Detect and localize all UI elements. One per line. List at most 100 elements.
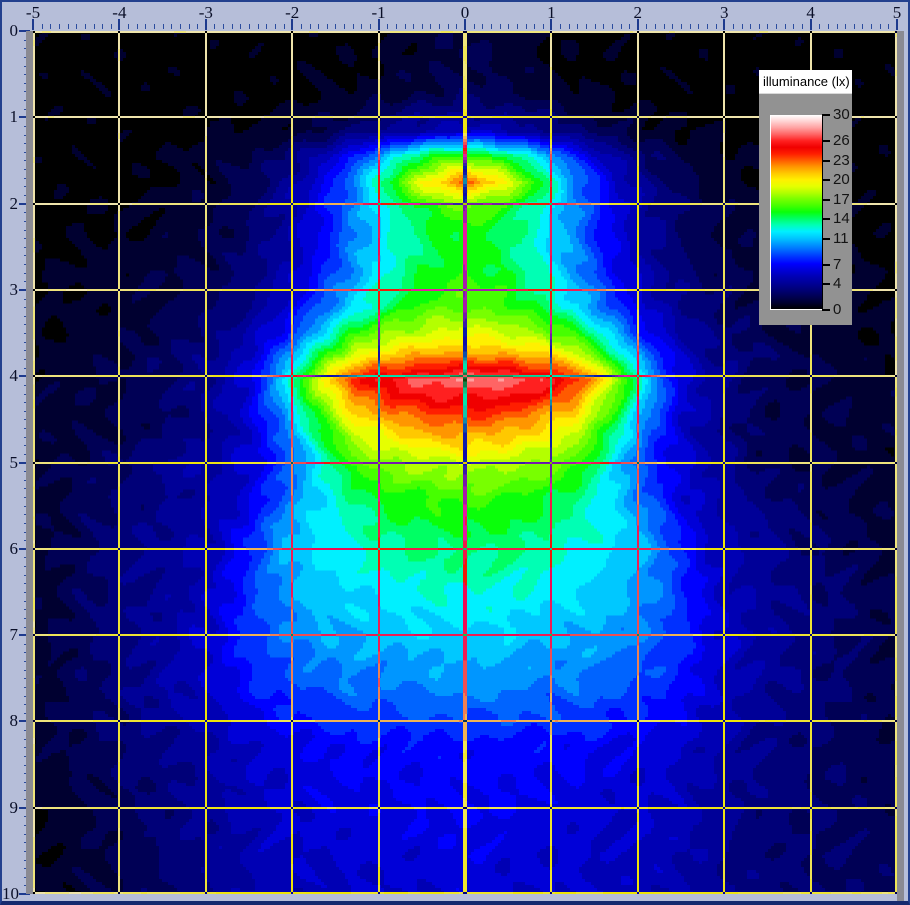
x-axis-minor-tick: [439, 24, 440, 29]
x-axis-minor-tick: [240, 24, 241, 29]
x-axis-minor-tick: [128, 24, 129, 29]
x-axis-minor-tick: [500, 24, 501, 29]
x-axis-minor-tick: [508, 24, 509, 29]
x-axis-minor-tick: [560, 24, 561, 29]
y-axis-tick-label: 3: [2, 282, 18, 298]
x-axis-minor-tick: [327, 24, 328, 29]
x-axis-minor-tick: [621, 24, 622, 29]
x-axis-minor-tick: [266, 24, 267, 29]
x-axis-tick-label: -5: [16, 3, 50, 22]
x-axis-minor-tick: [577, 24, 578, 29]
x-axis-minor-tick: [145, 24, 146, 29]
x-axis-minor-tick: [707, 24, 708, 29]
y-axis-tick-label: 7: [2, 627, 18, 643]
x-axis-minor-tick: [430, 24, 431, 29]
legend-tick: [822, 140, 830, 142]
x-axis-minor-tick: [301, 24, 302, 29]
right-edge-strip: [897, 31, 904, 905]
y-axis-tick-label: 8: [2, 713, 18, 729]
x-axis-minor-tick: [422, 24, 423, 29]
plot-area: illuminance (lx) 30262320171411740: [33, 31, 897, 894]
legend-tick-label: 14: [833, 212, 850, 226]
y-axis-tick-label: 5: [2, 455, 18, 471]
x-axis-minor-tick: [361, 24, 362, 29]
x-axis-minor-tick: [59, 24, 60, 29]
x-axis-minor-tick: [646, 24, 647, 29]
x-axis-tick-label: -1: [362, 3, 396, 22]
x-axis-minor-tick: [698, 24, 699, 29]
x-axis-minor-tick: [845, 24, 846, 29]
left-edge-strip: [26, 31, 33, 894]
x-axis-tick-label: 4: [794, 3, 828, 22]
x-axis-minor-tick: [50, 24, 51, 29]
legend-tick-label: 20: [833, 173, 850, 187]
x-axis-minor-tick: [335, 24, 336, 29]
legend-tick: [822, 199, 830, 201]
x-axis-minor-tick: [785, 24, 786, 29]
x-axis-minor-tick: [603, 24, 604, 29]
x-axis-minor-tick: [888, 24, 889, 29]
x-axis-minor-tick: [275, 24, 276, 29]
legend-tick-label: 11: [833, 232, 849, 246]
x-axis-minor-tick: [837, 24, 838, 29]
x-axis-minor-tick: [353, 24, 354, 29]
x-axis-minor-tick: [871, 24, 872, 29]
legend-tick: [822, 238, 830, 240]
x-axis-minor-tick: [163, 24, 164, 29]
x-axis-minor-tick: [742, 24, 743, 29]
x-axis-tick-label: 5: [880, 3, 910, 22]
x-axis-minor-tick: [42, 24, 43, 29]
legend-tick: [822, 264, 830, 266]
x-axis-minor-tick: [197, 24, 198, 29]
legend-title: illuminance (lx): [759, 70, 852, 94]
y-axis-tick-label: 0: [2, 23, 18, 39]
x-axis-minor-tick: [517, 24, 518, 29]
x-axis-minor-tick: [94, 24, 95, 29]
x-axis-minor-tick: [474, 24, 475, 29]
x-axis-minor-tick: [862, 24, 863, 29]
x-axis-minor-tick: [102, 24, 103, 29]
x-axis-tick-label: -2: [275, 3, 309, 22]
legend-panel[interactable]: illuminance (lx) 30262320171411740: [759, 70, 852, 325]
legend-tick-label: 0: [833, 303, 841, 317]
x-axis-minor-tick: [370, 24, 371, 29]
x-axis-minor-tick: [396, 24, 397, 29]
x-axis-tick-label: 1: [534, 3, 568, 22]
x-axis-minor-tick: [214, 24, 215, 29]
x-axis-tick-label: 2: [621, 3, 655, 22]
x-axis-minor-tick: [171, 24, 172, 29]
x-axis-minor-tick: [249, 24, 250, 29]
x-axis-minor-tick: [189, 24, 190, 29]
legend-tick: [822, 179, 830, 181]
legend-tick: [822, 114, 830, 116]
x-axis-minor-tick: [569, 24, 570, 29]
x-axis-minor-tick: [543, 24, 544, 29]
x-axis-minor-tick: [690, 24, 691, 29]
x-axis-minor-tick: [85, 24, 86, 29]
legend-tick: [822, 160, 830, 162]
y-axis-tick-label: 10: [2, 886, 18, 902]
legend-tick: [822, 283, 830, 285]
x-axis-minor-tick: [318, 24, 319, 29]
x-axis-minor-tick: [223, 24, 224, 29]
x-axis-minor-tick: [750, 24, 751, 29]
x-axis-minor-tick: [491, 24, 492, 29]
x-axis-minor-tick: [534, 24, 535, 29]
legend-tick-label: 23: [833, 154, 850, 168]
x-axis-minor-tick: [854, 24, 855, 29]
x-axis-minor-tick: [767, 24, 768, 29]
x-axis-minor-tick: [586, 24, 587, 29]
x-axis-minor-tick: [759, 24, 760, 29]
legend-tick-label: 17: [833, 193, 850, 207]
y-axis-tick-label: 4: [2, 368, 18, 384]
x-axis-minor-tick: [154, 24, 155, 29]
y-axis-tick-label: 6: [2, 541, 18, 557]
x-axis-minor-tick: [612, 24, 613, 29]
x-axis-minor-tick: [68, 24, 69, 29]
x-axis-minor-tick: [802, 24, 803, 29]
x-axis-minor-tick: [629, 24, 630, 29]
legend-tick-label: 26: [833, 134, 850, 148]
x-axis-minor-tick: [344, 24, 345, 29]
legend-colorbar: [770, 115, 822, 310]
x-axis-minor-tick: [526, 24, 527, 29]
